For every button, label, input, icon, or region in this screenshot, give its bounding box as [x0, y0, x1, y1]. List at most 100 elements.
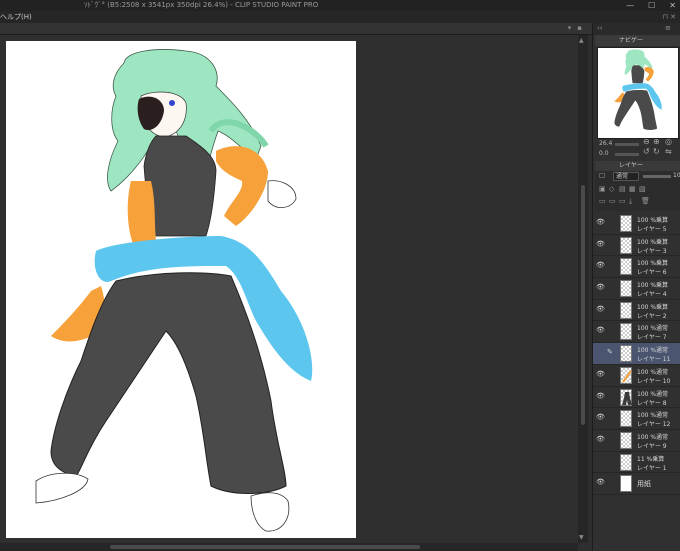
- eye-icon[interactable]: 👁: [596, 435, 605, 443]
- layer-thumbnail: [620, 236, 632, 254]
- eye-icon[interactable]: 👁: [596, 392, 605, 400]
- eye-icon[interactable]: 👁: [596, 240, 605, 248]
- window-title: ｿﾄﾞｳﾞ° (B5:2508 x 3541px 350dpi 26.4%) -…: [84, 1, 319, 9]
- layer-thumbnail: [620, 280, 632, 298]
- layer-name[interactable]: レイヤー 4: [637, 289, 667, 298]
- layer-row[interactable]: 11 %乗算 レイヤー 1: [593, 451, 680, 474]
- layer-row[interactable]: 👁 100 %乗算 レイヤー 6: [593, 256, 680, 279]
- layer-thumbnail: [620, 215, 632, 232]
- navigator-preview[interactable]: [597, 47, 679, 139]
- new-folder-icon[interactable]: ▭: [619, 197, 626, 205]
- layer-name[interactable]: レイヤー 1: [637, 463, 667, 472]
- layer-row[interactable]: 👁 100 %乗算 レイヤー 4: [593, 278, 680, 300]
- tab-navigator[interactable]: ナビゲー: [595, 35, 680, 46]
- fit-icon[interactable]: ◎: [665, 137, 672, 146]
- layer-row[interactable]: 👁 100 %通常 レイヤー 12: [593, 408, 680, 430]
- vertical-scrollbar[interactable]: ▲ ▼: [578, 35, 588, 543]
- layer-thumbnail: [620, 345, 632, 363]
- opacity-value[interactable]: 10: [673, 172, 680, 179]
- navigator-tab-label: ナビゲー: [619, 37, 644, 44]
- blend-mode-select[interactable]: 通常: [613, 172, 639, 181]
- layer-name[interactable]: レイヤー 7: [637, 332, 667, 341]
- vertical-scroll-thumb[interactable]: [581, 185, 585, 425]
- eye-icon[interactable]: 👁: [596, 284, 605, 291]
- close-button[interactable]: ✕: [669, 0, 676, 11]
- panel-menu-icon[interactable]: ≡: [665, 24, 671, 32]
- layer-name[interactable]: レイヤー 5: [637, 224, 667, 233]
- close-icon[interactable]: ▪: [577, 24, 582, 32]
- layer-name[interactable]: レイヤー 10: [637, 376, 670, 385]
- drawing-paper[interactable]: [6, 41, 356, 538]
- menu-bar: ヘルプ(H) ⊓ ✕: [0, 11, 680, 23]
- canvas-area[interactable]: [0, 35, 578, 543]
- layer-name[interactable]: 用紙: [637, 479, 651, 489]
- new-vector-layer-icon[interactable]: ▭: [609, 197, 616, 205]
- rotate-value[interactable]: 0.0: [599, 150, 609, 157]
- horizontal-scrollbar[interactable]: [0, 543, 578, 551]
- clip-studio-window: ｿﾄﾞｳﾞ° (B5:2508 x 3541px 350dpi 26.4%) -…: [0, 0, 680, 551]
- menu-help[interactable]: ヘルプ(H): [0, 11, 32, 23]
- layer-name[interactable]: レイヤー 9: [637, 441, 667, 450]
- clip-icon[interactable]: ▣: [599, 185, 606, 193]
- collapse-panel-icon[interactable]: ‹‹: [597, 24, 603, 32]
- zoom-in-icon[interactable]: ⊕: [653, 137, 660, 146]
- layer-mode: 100 %通常: [637, 412, 669, 420]
- layer-name[interactable]: レイヤー 8: [637, 398, 667, 407]
- layer-row[interactable]: 👁 100 %乗算 レイヤー 5: [593, 213, 680, 235]
- horizontal-scroll-thumb[interactable]: [110, 545, 420, 549]
- layer-thumbnail: [620, 388, 632, 406]
- layer-row[interactable]: 👁 100 %乗算 レイヤー 3: [593, 234, 680, 257]
- layer-row[interactable]: 👁 100 %乗算 レイヤー 2: [593, 299, 680, 322]
- title-bar: ｿﾄﾞｳﾞ° (B5:2508 x 3541px 350dpi 26.4%) -…: [0, 0, 680, 11]
- orange-sleeve-right: [216, 146, 268, 226]
- canvas-tab-bar: ▾ ▪: [0, 23, 600, 35]
- lock-icon[interactable]: ▤: [619, 185, 626, 193]
- eye-icon[interactable]: 👁: [596, 262, 605, 269]
- layer-name[interactable]: レイヤー 11: [637, 354, 670, 363]
- layer-list: 👁 100 %乗算 レイヤー 5 👁 100 %乗算 レイヤー 3 👁 100 …: [593, 213, 680, 495]
- layer-row[interactable]: 👁 100 %通常 レイヤー 9: [593, 429, 680, 452]
- minimize-button[interactable]: —: [626, 0, 634, 11]
- eye-icon[interactable]: 👁: [596, 327, 605, 334]
- reference-icon[interactable]: ◇: [609, 185, 614, 193]
- layer-name[interactable]: レイヤー 12: [637, 419, 670, 428]
- layer-name[interactable]: レイヤー 6: [637, 267, 667, 276]
- layer-thumbnail: [620, 323, 632, 341]
- eye-icon[interactable]: 👁: [596, 370, 605, 378]
- eye-icon[interactable]: 👁: [596, 305, 605, 313]
- eye-icon[interactable]: 👁: [596, 479, 605, 486]
- mask-icon[interactable]: ▧: [639, 185, 646, 193]
- layer-thumbnail: [620, 301, 632, 319]
- delete-layer-icon[interactable]: 🗑: [641, 197, 650, 205]
- layer-name[interactable]: レイヤー 2: [637, 311, 667, 320]
- layer-row-paper[interactable]: 👁 用紙: [593, 473, 680, 495]
- flip-icon[interactable]: ⇋: [665, 147, 672, 156]
- maximize-button[interactable]: ☐: [648, 0, 655, 11]
- menubar-panel-controls[interactable]: ⊓ ✕: [662, 11, 676, 23]
- layer-name[interactable]: レイヤー 3: [637, 246, 667, 255]
- layer-row[interactable]: 👁 100 %通常 レイヤー 7: [593, 321, 680, 344]
- layer-row[interactable]: 👁 100 %通常 レイヤー 8: [593, 386, 680, 409]
- zoom-out-icon[interactable]: ⊖: [643, 137, 650, 146]
- layer-mode: 100 %通常: [637, 325, 669, 333]
- rotate-left-icon[interactable]: ↺: [643, 147, 650, 156]
- new-raster-layer-icon[interactable]: ▭: [599, 197, 606, 205]
- eye-icon[interactable]: 👁: [596, 219, 605, 226]
- opacity-slider[interactable]: [643, 175, 671, 178]
- merge-down-icon[interactable]: ⤓: [629, 197, 632, 206]
- layer-row-selected[interactable]: ✎ 100 %通常 レイヤー 11: [593, 343, 680, 365]
- zoom-slider[interactable]: [615, 143, 639, 146]
- scroll-up-icon[interactable]: ▲: [579, 37, 584, 44]
- collapse-icon[interactable]: ▾: [568, 24, 572, 32]
- eye-icon[interactable]: 👁: [596, 414, 605, 421]
- rotate-right-icon[interactable]: ↻: [653, 147, 660, 156]
- scroll-down-icon[interactable]: ▼: [579, 534, 584, 541]
- lock-transparent-icon[interactable]: ▦: [629, 185, 636, 193]
- panel-header: ‹‹ ≡: [593, 23, 680, 35]
- layer-property-icon[interactable]: ☐: [599, 172, 605, 180]
- rotate-slider[interactable]: [615, 153, 639, 156]
- tab-layer[interactable]: レイヤー: [595, 161, 680, 171]
- layer-mode: 100 %乗算: [637, 217, 669, 224]
- zoom-value[interactable]: 26.4: [599, 140, 612, 147]
- layer-row[interactable]: 👁 100 %通常 レイヤー 10: [593, 364, 680, 387]
